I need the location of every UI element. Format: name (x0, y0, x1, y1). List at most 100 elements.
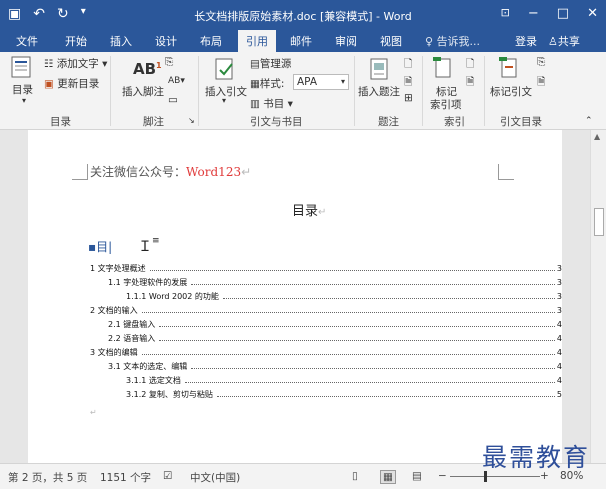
maximize-icon[interactable]: □ (557, 6, 569, 21)
proofing-icon[interactable]: ☑ (163, 470, 172, 482)
tab-layout[interactable]: 布局 (200, 33, 222, 49)
toc-entry[interactable]: 3.1 文本的选定、编辑 4 (90, 359, 562, 373)
toc-entry-text: 1 文字处理概述 (90, 263, 146, 273)
share-button[interactable]: ♙共享 (548, 33, 580, 49)
add-text-icon: ☷ (44, 58, 54, 70)
insert-endnote-icon[interactable]: ⎘ (165, 56, 173, 69)
tab-view[interactable]: 视图 (380, 33, 402, 49)
scroll-thumb[interactable] (594, 208, 604, 236)
next-footnote-icon[interactable]: AB▾ (168, 76, 185, 86)
insert-caption-icon (370, 58, 388, 80)
update-index-icon[interactable]: 🗎 (466, 74, 474, 92)
toc-entry-text: 3.1.2 复制、剪切与粘贴 (126, 389, 213, 399)
mark-citation-icon (499, 57, 517, 78)
language-indicator[interactable]: 中文(中国) (190, 470, 240, 485)
manage-sources-button[interactable]: ▤管理源 (250, 56, 291, 71)
cross-reference-icon[interactable]: ⊞ (404, 92, 413, 104)
group-label-toc: 目录 (50, 116, 71, 128)
word-count[interactable]: 1151 个字 (100, 470, 151, 485)
toc-leader-dots (159, 321, 555, 327)
mark-entry-line2[interactable]: 索引项 (430, 97, 462, 112)
read-mode-icon[interactable]: ▯ (352, 470, 358, 482)
bibliography-button[interactable]: ▥ 书目 ▾ (250, 96, 293, 111)
toc-entry[interactable]: 2.1 键盘输入 4 (90, 317, 562, 331)
divider (110, 56, 111, 126)
zoom-out-icon[interactable]: − (438, 470, 447, 482)
ribbon-tabs: 文件 开始 插入 设计 布局 引用 邮件 审阅 视图 ♀ 告诉我... 登录 ♙… (0, 30, 606, 52)
tab-review[interactable]: 审阅 (335, 33, 357, 49)
show-notes-icon[interactable]: ▭ (168, 94, 178, 106)
toc-entry-text: 2.1 键盘输入 (108, 319, 156, 329)
style-label: ▦样式: (250, 78, 285, 90)
toc-entry[interactable]: 1 文字处理概述 3 (90, 261, 562, 275)
tab-design[interactable]: 设计 (155, 33, 177, 49)
toc-entry[interactable]: 2.2 语音输入 4 (90, 331, 562, 345)
insert-table-of-figures-icon[interactable]: 🗋 (404, 56, 412, 74)
ribbon-display-icon[interactable]: ⊡ (501, 6, 510, 21)
crop-mark (72, 164, 88, 180)
toc-entry-text: 2 文档的输入 (90, 305, 138, 315)
tell-me-search[interactable]: ♀ 告诉我... (425, 33, 480, 49)
web-layout-icon[interactable]: ▤ (412, 470, 422, 482)
add-text-button[interactable]: ☷ 添加文字 ▾ (44, 56, 107, 71)
insert-index-icon[interactable]: 🗋 (466, 56, 474, 74)
toc-entry[interactable]: 2 文档的输入 3 (90, 303, 562, 317)
toc-entry[interactable]: 1.1 字处理软件的发展 3 (90, 275, 562, 289)
mark-citation-button[interactable]: 标记引文 (490, 84, 532, 99)
toc-heading[interactable]: 目录↵ (292, 200, 326, 219)
title-bar: ▣ ↶ ↻ ▾ 长文档排版原始素材.doc [兼容模式] - Word ⊡ − … (0, 0, 606, 30)
zoom-slider[interactable] (450, 476, 540, 477)
chevron-down-icon: ▾ (340, 77, 345, 86)
toc-entry[interactable]: 3.1.2 复制、剪切与粘贴 5 (90, 387, 562, 401)
toc-button[interactable]: 目录 (12, 82, 33, 97)
toc-leader-dots (141, 307, 555, 313)
minimize-icon[interactable]: − (528, 6, 539, 21)
group-label-captions: 题注 (378, 116, 399, 128)
toc-leader-dots (216, 391, 555, 397)
close-icon[interactable]: ✕ (587, 6, 598, 21)
tab-references[interactable]: 引用 (238, 30, 276, 52)
toc-page-number: 4 (556, 333, 562, 343)
update-toc-button[interactable]: ▣ 更新目录 (44, 76, 99, 91)
group-label-index: 索引 (444, 116, 465, 128)
toc-field-marker[interactable]: ▪目| (88, 238, 112, 255)
toc-entry-text: 3.1 文本的选定、编辑 (108, 361, 188, 371)
insert-citation-icon (215, 58, 233, 80)
vertical-scrollbar[interactable]: ▲ (590, 130, 606, 463)
toc-leader-dots (191, 279, 555, 285)
print-layout-icon[interactable]: ▦ (380, 470, 396, 484)
mark-entry-icon (433, 57, 451, 78)
table-of-contents-icon (11, 56, 31, 78)
tab-home[interactable]: 开始 (65, 33, 87, 49)
toc-entry[interactable]: 3 文档的编辑 4 (90, 345, 562, 359)
toc-page-number: 4 (556, 319, 562, 329)
scroll-up-icon[interactable]: ▲ (594, 132, 604, 142)
manage-sources-icon: ▤ (250, 58, 260, 70)
divider (422, 56, 423, 126)
insert-toa-icon[interactable]: ⎘ (537, 56, 545, 69)
insert-caption-button[interactable]: 插入题注 (358, 84, 400, 99)
toc-entry[interactable]: 3.1.1 选定文档 4 (90, 373, 562, 387)
toc-page-number: 3 (556, 277, 562, 287)
toc-entry-text: 1.1 字处理软件的发展 (108, 277, 188, 287)
insert-footnote-button[interactable]: 插入脚注 (122, 84, 164, 99)
document-page[interactable]: 关注微信公众号：Word123↵ 目录↵ ▪目| Ｉ≡ 1 文字处理概述 3 1.1… (28, 130, 562, 463)
collapse-ribbon-icon[interactable]: ⌃ (585, 116, 593, 126)
group-label-citations: 引文与书目 (250, 116, 303, 128)
toc-entry[interactable]: 1.1.1 Word 2002 的功能 3 (90, 289, 562, 303)
citation-style-select[interactable]: APA ▾ (293, 74, 349, 90)
toc-page-number: 4 (556, 361, 562, 371)
chevron-down-icon: ▾ (222, 96, 227, 105)
toc-list: 1 文字处理概述 3 1.1 字处理软件的发展 3 1.1.1 Word 2002 的功… (90, 261, 562, 401)
update-table-icon[interactable]: 🗎 (404, 74, 412, 92)
tab-file[interactable]: 文件 (16, 33, 38, 49)
tab-insert[interactable]: 插入 (110, 33, 132, 49)
style-icon: ▦ (250, 78, 260, 90)
update-toa-icon[interactable]: 🗎 (537, 74, 545, 92)
login-link[interactable]: 登录 (515, 33, 537, 49)
page-count[interactable]: 第 2 页，共 5 页 (8, 470, 87, 485)
dialog-launcher-icon[interactable]: ↘ (188, 116, 195, 125)
toc-leader-dots (191, 363, 555, 369)
page-header[interactable]: 关注微信公众号：Word123↵ (90, 163, 251, 180)
tab-mailings[interactable]: 邮件 (290, 33, 312, 49)
